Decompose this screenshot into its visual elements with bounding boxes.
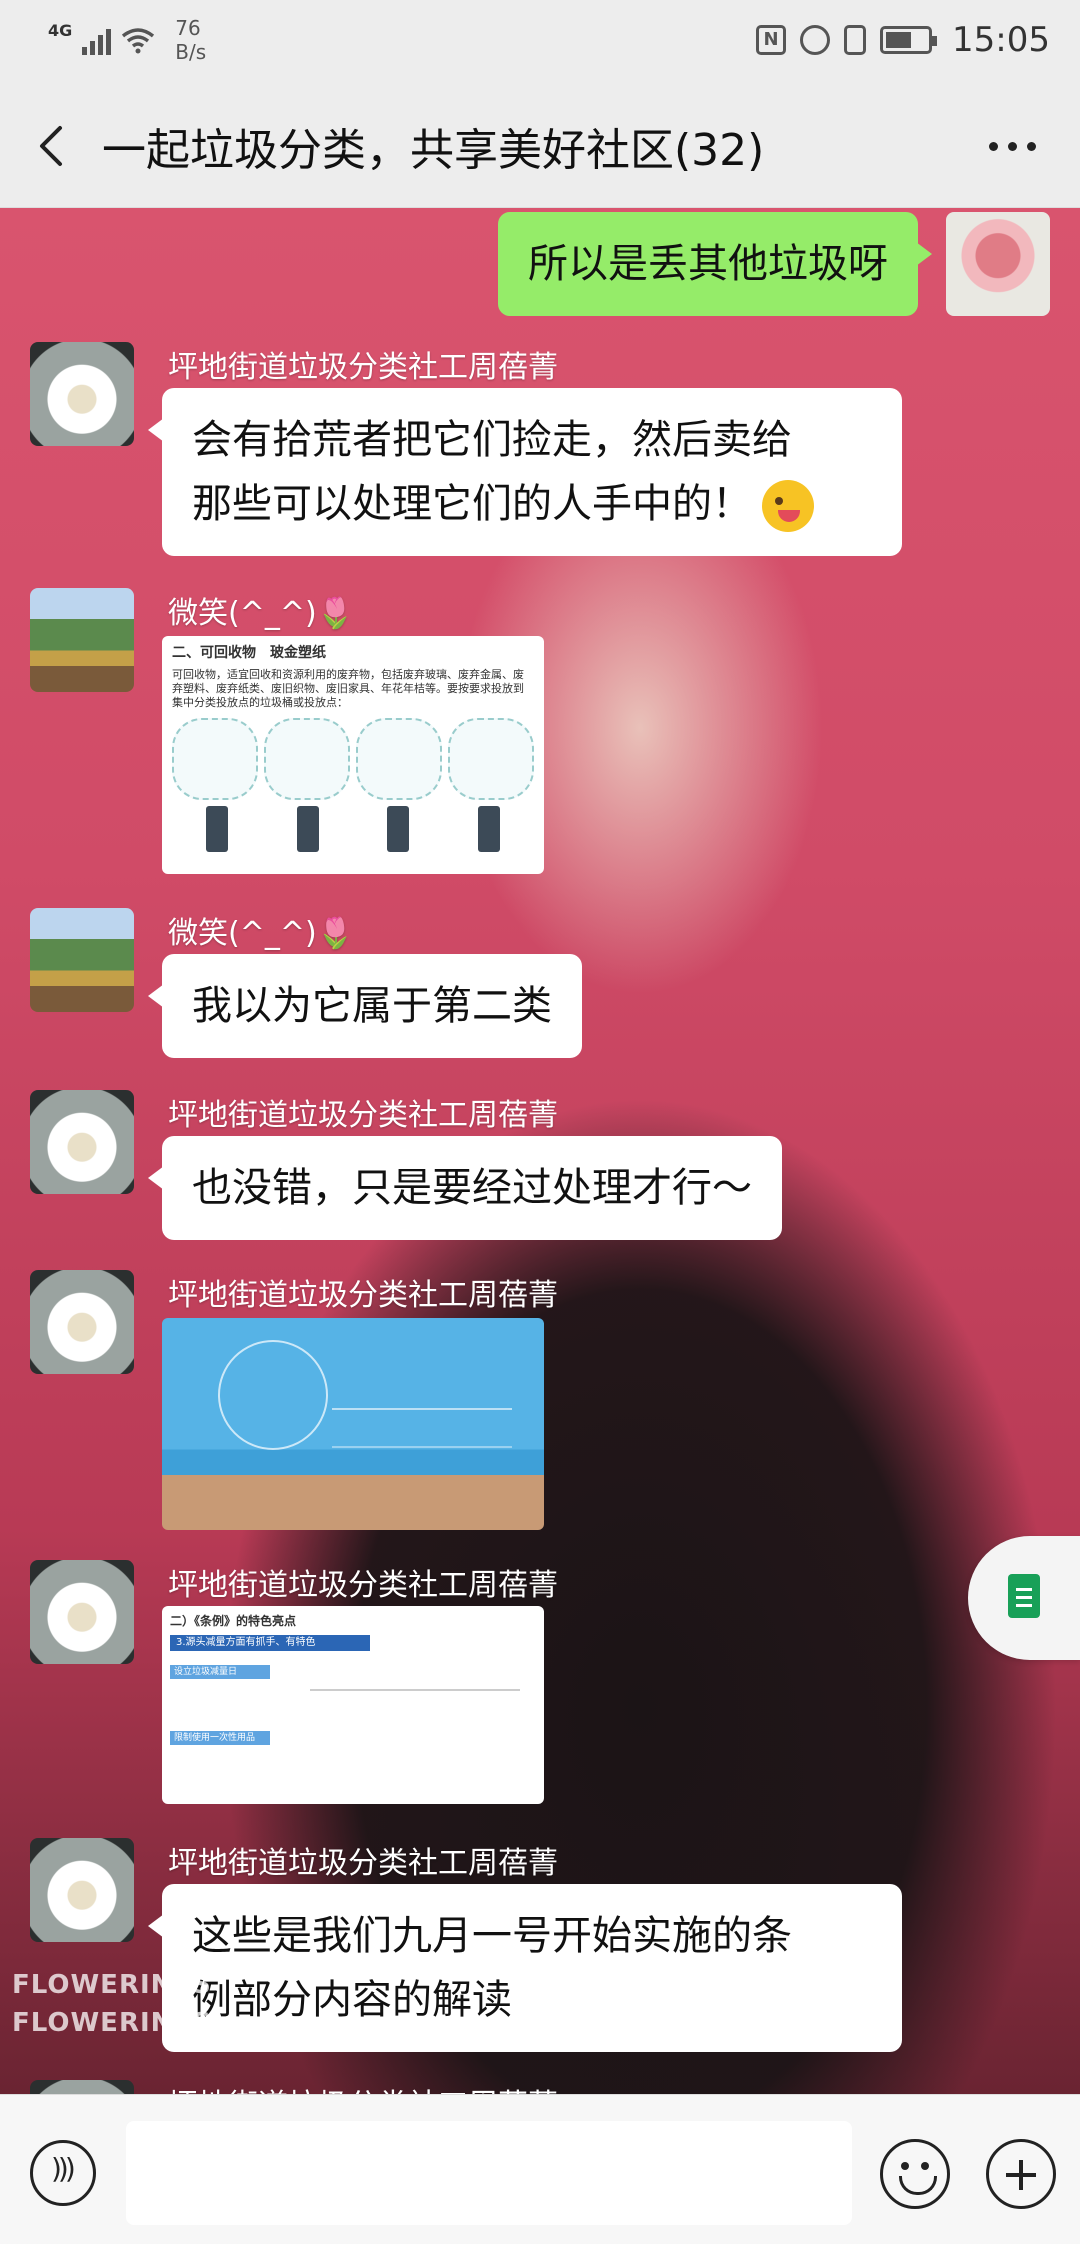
image-heading: 二）《条例》的特色亮点 xyxy=(170,1614,297,1628)
sender-name: 坪地街道垃圾分类社工周蓓菁 xyxy=(168,1568,558,1603)
message-text: 那些可以处理它们的人手中的！ xyxy=(192,481,752,527)
dandelion-graphic xyxy=(218,1340,328,1450)
signal-icon xyxy=(82,25,112,55)
message-row: 坪地街道垃圾分类社工周蓓菁 xyxy=(0,1270,1080,1530)
more-dots-icon[interactable] xyxy=(989,124,1036,168)
image-tag: 设立垃圾减量日 xyxy=(170,1665,270,1679)
network-speed: 76 B/s xyxy=(175,16,206,64)
chat-messages[interactable]: 所以是丢其他垃圾呀 坪地街道垃圾分类社工周蓓菁 会有拾荒者把它们捡走，然后卖给 … xyxy=(0,208,1080,2094)
message-input[interactable] xyxy=(126,2121,852,2225)
status-bar: 4G 76 B/s N 15:05 xyxy=(0,0,1080,84)
input-bar xyxy=(0,2094,1080,2244)
nfc-icon: N xyxy=(756,25,787,55)
sender-name: 坪地街道垃圾分类社工周蓓菁 xyxy=(168,1098,558,1133)
sender-name: 坪地街道垃圾分类社工周蓓菁 xyxy=(168,350,558,385)
voice-icon[interactable] xyxy=(30,2140,96,2206)
avatar[interactable] xyxy=(30,1560,134,1664)
avatar[interactable] xyxy=(30,1838,134,1942)
avatar[interactable] xyxy=(30,1090,134,1194)
speed-value: 76 xyxy=(175,16,201,40)
sender-name: 坪地街道垃圾分类社工周蓓菁 xyxy=(168,1278,558,1313)
watermark-text: FLOWERINES xyxy=(12,1970,212,2000)
wifi-icon xyxy=(122,28,155,54)
alarm-icon xyxy=(800,25,831,55)
message-text-line: 这些是我们九月一号开始实施的条 xyxy=(192,1913,792,1959)
document-icon xyxy=(1008,1574,1040,1618)
image-title: 玻金塑纸 xyxy=(270,645,326,661)
image-illustrations xyxy=(172,718,534,800)
message-bubble[interactable]: 我以为它属于第二类 xyxy=(148,954,582,1058)
watermark-text: FLOWERINES xyxy=(12,2008,212,2038)
smile-icon[interactable] xyxy=(880,2139,950,2209)
sender-name: 坪地街道垃圾分类社工周蓓菁 xyxy=(168,1846,558,1881)
sender-name: 坪地街道垃圾分类社工周蓓菁 xyxy=(168,2080,558,2094)
message-text-line: 例部分内容的解读 xyxy=(192,1977,512,2023)
image-tag: 限制使用一次性用品 xyxy=(170,1731,270,1745)
message-bubble[interactable]: 这些是我们九月一号开始实施的条 例部分内容的解读 xyxy=(148,1884,902,2052)
back-arrow-icon[interactable] xyxy=(28,120,80,172)
image-body-text: 可回收物，适宜回收和资源利用的废弃物，包括废弃玻璃、废弃金属、废弃塑料、废弃纸类… xyxy=(172,668,524,709)
image-caption-head: 二、可回收物 玻金塑纸 xyxy=(172,642,534,662)
sender-name: 微笑(^_^)🌷 xyxy=(168,596,355,631)
image-bins xyxy=(172,806,534,852)
message-bubble[interactable]: 会有拾荒者把它们捡走，然后卖给 那些可以处理它们的人手中的！ xyxy=(148,388,902,556)
avatar[interactable] xyxy=(30,2080,134,2094)
avatar[interactable] xyxy=(30,588,134,692)
battery-icon xyxy=(880,26,938,54)
plus-icon[interactable] xyxy=(986,2139,1056,2209)
image-text-block xyxy=(332,1408,512,1448)
avatar[interactable] xyxy=(30,1270,134,1374)
message-text-line: 会有拾荒者把它们捡走，然后卖给 xyxy=(192,417,792,463)
avatar[interactable] xyxy=(30,342,134,446)
image-lines xyxy=(310,1689,520,1691)
vibrate-icon xyxy=(844,25,867,55)
network-type: 4G xyxy=(48,20,73,40)
image-heading: 二、可回收物 xyxy=(172,645,256,661)
image-message[interactable] xyxy=(162,1318,544,1530)
clock: 15:05 xyxy=(952,20,1050,60)
avatar-self[interactable] xyxy=(946,212,1050,316)
image-message[interactable]: 二）《条例》的特色亮点 3.源头减量方面有抓手、有特色 设立垃圾减量日 限制使用… xyxy=(162,1606,544,1804)
message-text-line: 那些可以处理它们的人手中的！ xyxy=(192,472,872,536)
image-message[interactable]: 二、可回收物 玻金塑纸 可回收物，适宜回收和资源利用的废弃物，包括废弃玻璃、废弃… xyxy=(162,636,544,874)
speed-unit: B/s xyxy=(175,40,207,64)
side-document-button[interactable] xyxy=(968,1536,1080,1660)
winking-face-tongue-emoji xyxy=(762,480,814,532)
message-bubble-self[interactable]: 所以是丢其他垃圾呀 xyxy=(498,212,932,316)
message-bubble[interactable]: 也没错，只是要经过处理才行～ xyxy=(148,1136,782,1240)
image-bar: 3.源头减量方面有抓手、有特色 xyxy=(170,1635,370,1651)
battery-fill xyxy=(886,32,912,48)
chat-header: 一起垃圾分类，共享美好社区(32) xyxy=(0,84,1080,208)
sender-name: 微笑(^_^)🌷 xyxy=(168,916,355,951)
avatar[interactable] xyxy=(30,908,134,1012)
chat-title: 一起垃圾分类，共享美好社区(32) xyxy=(102,125,765,176)
